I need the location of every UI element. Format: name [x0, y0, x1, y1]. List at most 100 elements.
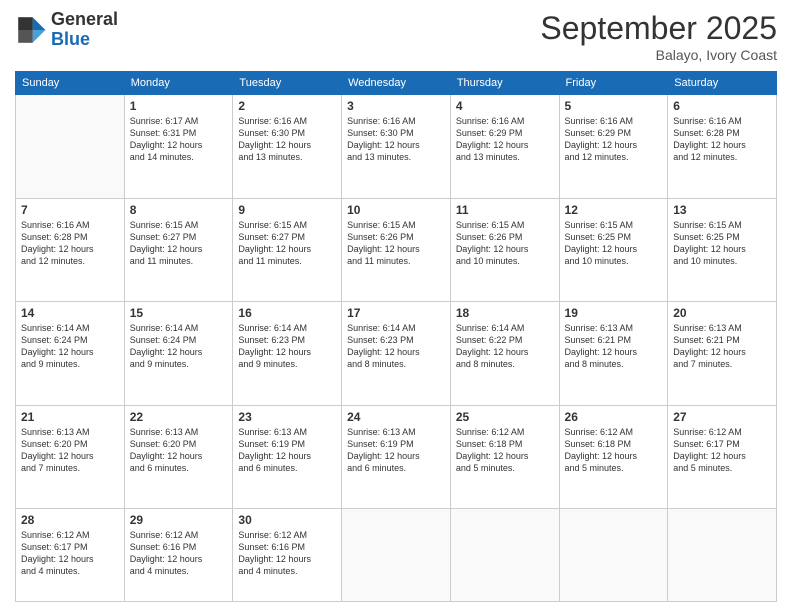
day-number: 4 [456, 99, 554, 113]
day-number: 22 [130, 410, 228, 424]
day-number: 17 [347, 306, 445, 320]
table-row: 10Sunrise: 6:15 AM Sunset: 6:26 PM Dayli… [342, 198, 451, 302]
table-row: 16 Sunrise: 6:14 AM Sunset: 6:23 PM Dayli… [233, 302, 342, 406]
col-friday: Friday [559, 72, 668, 95]
day-number: 29 [130, 513, 228, 527]
calendar-table: Sunday Monday Tuesday Wednesday Thursday… [15, 71, 777, 602]
table-row [559, 509, 668, 602]
day-number: 1 [130, 99, 228, 113]
col-thursday: Thursday [450, 72, 559, 95]
day-number: 2 [238, 99, 336, 113]
title-block: September 2025 Balayo, Ivory Coast [540, 10, 777, 63]
table-row: 5 Sunrise: 6:16 AM Sunset: 6:29 PM Daylig… [559, 95, 668, 199]
table-row: 17 Sunrise: 6:14 AM Sunset: 6:23 PM Dayli… [342, 302, 451, 406]
col-tuesday: Tuesday [233, 72, 342, 95]
calendar-header-row: Sunday Monday Tuesday Wednesday Thursday… [16, 72, 777, 95]
day-info: Sunrise: 6:14 AM Sunset: 6:24 PM Dayligh… [130, 322, 228, 371]
day-info: Sunrise: 6:16 AM Sunset: 6:28 PM Dayligh… [673, 115, 771, 164]
day-number: 6 [673, 99, 771, 113]
table-row: 25 Sunrise: 6:12 AM Sunset: 6:18 PM Dayli… [450, 405, 559, 509]
table-row: 20 Sunrise: 6:13 AM Sunset: 6:21 PM Dayli… [668, 302, 777, 406]
day-number: 3 [347, 99, 445, 113]
day-info: Sunrise: 6:14 AM Sunset: 6:23 PM Dayligh… [347, 322, 445, 371]
day-info: Sunrise: 6:14 AM Sunset: 6:23 PM Dayligh… [238, 322, 336, 371]
day-number: 19 [565, 306, 663, 320]
day-info: Sunrise: 6:12 AM Sunset: 6:18 PM Dayligh… [456, 426, 554, 475]
day-info: Sunrise: 6:15 AM Sunset: 6:25 PM Dayligh… [565, 219, 663, 268]
day-number: 25 [456, 410, 554, 424]
table-row: 11 Sunrise: 6:15 AM Sunset: 6:26 PM Dayli… [450, 198, 559, 302]
day-number: 28 [21, 513, 119, 527]
logo-icon [15, 14, 47, 46]
col-monday: Monday [124, 72, 233, 95]
table-row: 28 Sunrise: 6:12 AM Sunset: 6:17 PM Dayli… [16, 509, 125, 602]
logo: General Blue [15, 10, 118, 50]
table-row: 6 Sunrise: 6:16 AM Sunset: 6:28 PM Daylig… [668, 95, 777, 199]
day-info: Sunrise: 6:14 AM Sunset: 6:22 PM Dayligh… [456, 322, 554, 371]
day-info: Sunrise: 6:13 AM Sunset: 6:20 PM Dayligh… [21, 426, 119, 475]
table-row: 4 Sunrise: 6:16 AM Sunset: 6:29 PM Daylig… [450, 95, 559, 199]
table-row: 18 Sunrise: 6:14 AM Sunset: 6:22 PM Dayli… [450, 302, 559, 406]
table-row [16, 95, 125, 199]
table-row: 21 Sunrise: 6:13 AM Sunset: 6:20 PM Dayli… [16, 405, 125, 509]
logo-line2: Blue [51, 30, 118, 50]
col-wednesday: Wednesday [342, 72, 451, 95]
day-info: Sunrise: 6:15 AM Sunset: 6:26 PM Dayligh… [456, 219, 554, 268]
day-info: Sunrise: 6:12 AM Sunset: 6:16 PM Dayligh… [130, 529, 228, 578]
table-row [450, 509, 559, 602]
day-info: Sunrise: 6:13 AM Sunset: 6:19 PM Dayligh… [238, 426, 336, 475]
day-info: Sunrise: 6:16 AM Sunset: 6:29 PM Dayligh… [456, 115, 554, 164]
table-row: 30 Sunrise: 6:12 AM Sunset: 6:16 PM Dayli… [233, 509, 342, 602]
day-info: Sunrise: 6:12 AM Sunset: 6:17 PM Dayligh… [21, 529, 119, 578]
table-row: 3 Sunrise: 6:16 AM Sunset: 6:30 PM Daylig… [342, 95, 451, 199]
day-info: Sunrise: 6:16 AM Sunset: 6:30 PM Dayligh… [347, 115, 445, 164]
day-info: Sunrise: 6:15 AM Sunset: 6:27 PM Dayligh… [130, 219, 228, 268]
day-info: Sunrise: 6:15 AM Sunset: 6:27 PM Dayligh… [238, 219, 336, 268]
day-number: 20 [673, 306, 771, 320]
day-number: 9 [238, 203, 336, 217]
table-row: 27 Sunrise: 6:12 AM Sunset: 6:17 PM Dayli… [668, 405, 777, 509]
table-row: 26Sunrise: 6:12 AM Sunset: 6:18 PM Dayli… [559, 405, 668, 509]
location: Balayo, Ivory Coast [540, 47, 777, 63]
table-row: 9 Sunrise: 6:15 AM Sunset: 6:27 PM Daylig… [233, 198, 342, 302]
day-info: Sunrise: 6:17 AM Sunset: 6:31 PM Dayligh… [130, 115, 228, 164]
day-number: 14 [21, 306, 119, 320]
table-row: 14Sunrise: 6:14 AM Sunset: 6:24 PM Dayli… [16, 302, 125, 406]
day-info: Sunrise: 6:15 AM Sunset: 6:26 PM Dayligh… [347, 219, 445, 268]
day-info: Sunrise: 6:16 AM Sunset: 6:29 PM Dayligh… [565, 115, 663, 164]
day-number: 30 [238, 513, 336, 527]
day-number: 18 [456, 306, 554, 320]
page: General Blue September 2025 Balayo, Ivor… [0, 0, 792, 612]
day-info: Sunrise: 6:12 AM Sunset: 6:18 PM Dayligh… [565, 426, 663, 475]
day-number: 23 [238, 410, 336, 424]
month-title: September 2025 [540, 10, 777, 47]
day-info: Sunrise: 6:13 AM Sunset: 6:21 PM Dayligh… [673, 322, 771, 371]
table-row: 22 Sunrise: 6:13 AM Sunset: 6:20 PM Dayli… [124, 405, 233, 509]
day-number: 21 [21, 410, 119, 424]
header: General Blue September 2025 Balayo, Ivor… [15, 10, 777, 63]
day-info: Sunrise: 6:12 AM Sunset: 6:16 PM Dayligh… [238, 529, 336, 578]
day-number: 12 [565, 203, 663, 217]
table-row: 15Sunrise: 6:14 AM Sunset: 6:24 PM Dayli… [124, 302, 233, 406]
table-row: 24 Sunrise: 6:13 AM Sunset: 6:19 PM Dayli… [342, 405, 451, 509]
day-number: 27 [673, 410, 771, 424]
day-number: 16 [238, 306, 336, 320]
day-info: Sunrise: 6:12 AM Sunset: 6:17 PM Dayligh… [673, 426, 771, 475]
col-saturday: Saturday [668, 72, 777, 95]
day-number: 5 [565, 99, 663, 113]
day-info: Sunrise: 6:13 AM Sunset: 6:20 PM Dayligh… [130, 426, 228, 475]
table-row: 7Sunrise: 6:16 AM Sunset: 6:28 PM Daylig… [16, 198, 125, 302]
table-row: 23 Sunrise: 6:13 AM Sunset: 6:19 PM Dayli… [233, 405, 342, 509]
table-row: 29 Sunrise: 6:12 AM Sunset: 6:16 PM Dayli… [124, 509, 233, 602]
table-row: 1 Sunrise: 6:17 AM Sunset: 6:31 PM Daylig… [124, 95, 233, 199]
table-row: 19 Sunrise: 6:13 AM Sunset: 6:21 PM Dayli… [559, 302, 668, 406]
day-number: 11 [456, 203, 554, 217]
day-info: Sunrise: 6:16 AM Sunset: 6:28 PM Dayligh… [21, 219, 119, 268]
day-info: Sunrise: 6:13 AM Sunset: 6:19 PM Dayligh… [347, 426, 445, 475]
col-sunday: Sunday [16, 72, 125, 95]
day-number: 24 [347, 410, 445, 424]
table-row: 2Sunrise: 6:16 AM Sunset: 6:30 PM Daylig… [233, 95, 342, 199]
table-row: 13Sunrise: 6:15 AM Sunset: 6:25 PM Dayli… [668, 198, 777, 302]
day-info: Sunrise: 6:13 AM Sunset: 6:21 PM Dayligh… [565, 322, 663, 371]
logo-line1: General [51, 10, 118, 30]
